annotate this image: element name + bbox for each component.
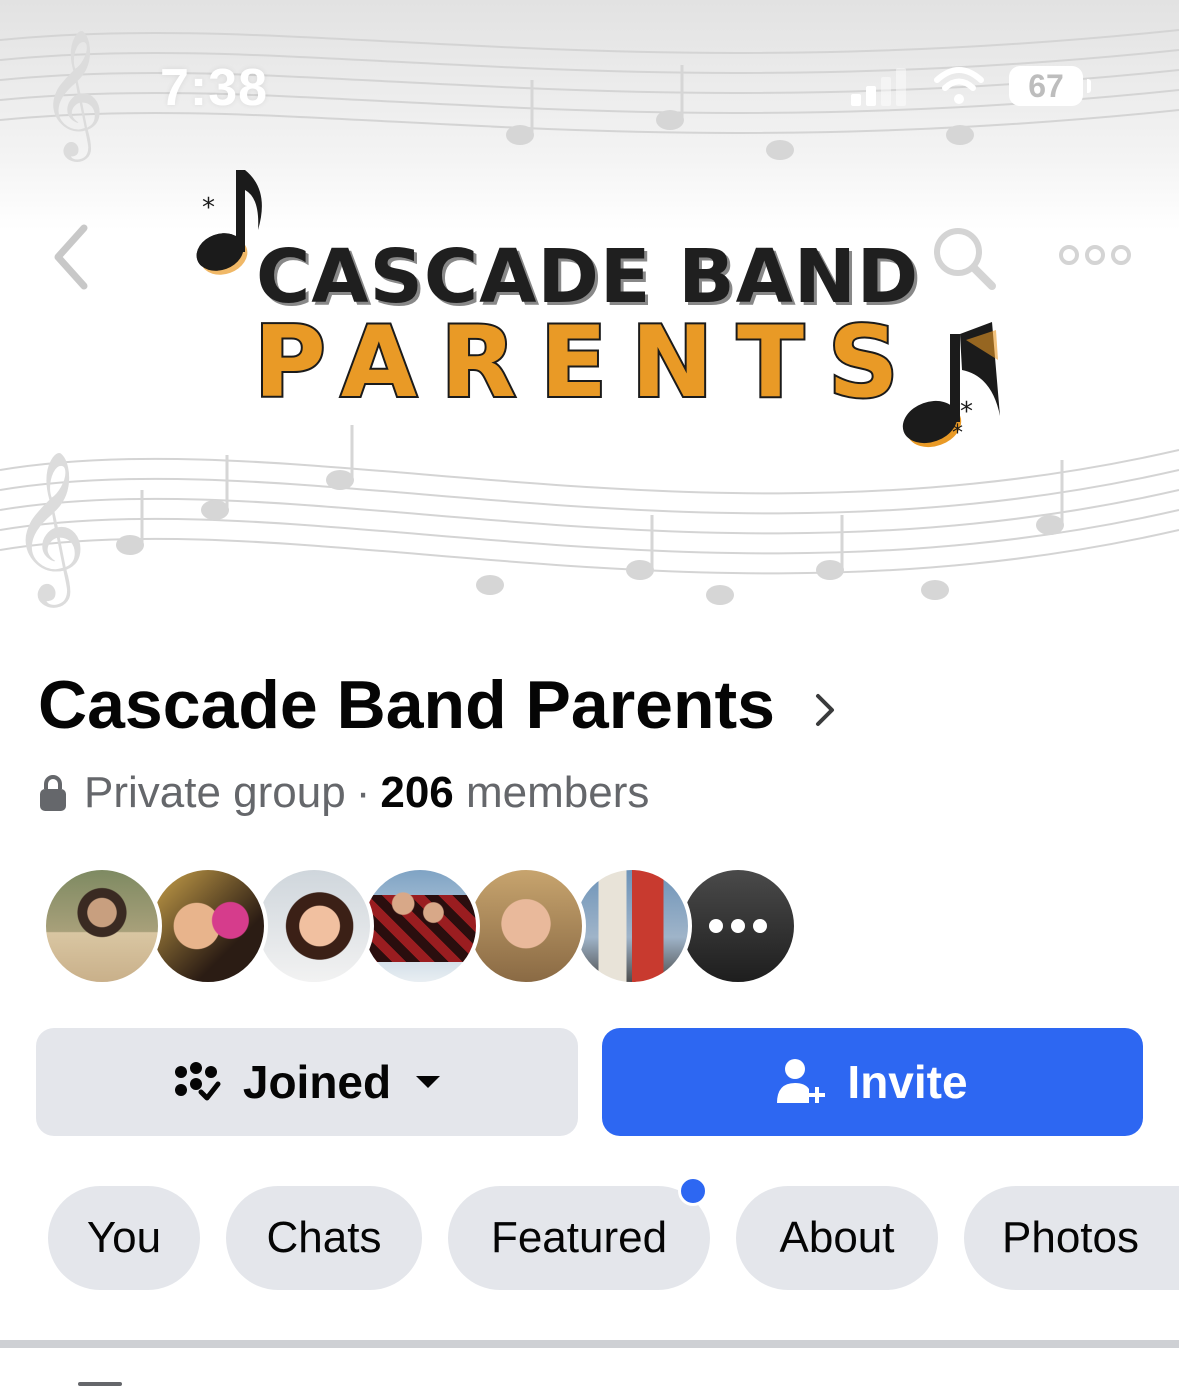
cellular-signal-icon bbox=[851, 68, 906, 106]
tab-label: About bbox=[779, 1213, 895, 1262]
tab-featured[interactable]: Featured bbox=[448, 1176, 710, 1290]
tab-label: Chats bbox=[266, 1213, 382, 1262]
joined-button[interactable]: Joined bbox=[36, 1028, 578, 1136]
group-title[interactable]: Cascade Band Parents bbox=[38, 666, 775, 744]
more-members-icon bbox=[682, 870, 794, 982]
joined-label: Joined bbox=[242, 1056, 392, 1108]
chevron-right-icon[interactable] bbox=[812, 690, 838, 730]
tab-photos[interactable]: Photos bbox=[964, 1186, 1179, 1290]
svg-text:𝄞: 𝄞 bbox=[10, 449, 87, 608]
members-label[interactable]: members bbox=[466, 768, 649, 818]
add-person-icon bbox=[777, 1059, 826, 1103]
back-chevron-icon[interactable] bbox=[48, 222, 98, 292]
battery-level: 67 bbox=[1028, 67, 1064, 104]
svg-text:*: * bbox=[202, 193, 215, 223]
meta-separator: · bbox=[355, 768, 371, 817]
logo-title-line2: PARENTS bbox=[252, 304, 923, 422]
member-avatar-2[interactable] bbox=[148, 866, 268, 986]
lock-icon bbox=[40, 775, 66, 811]
next-content-peek bbox=[78, 1382, 122, 1386]
tab-label: Photos bbox=[1002, 1213, 1139, 1262]
status-icons: 67 bbox=[851, 66, 1091, 106]
members-check-icon bbox=[174, 1062, 221, 1101]
invite-button[interactable]: Invite bbox=[602, 1028, 1143, 1136]
group-logo: * CASCADE BAND PARENTS * * bbox=[190, 160, 1020, 460]
tab-chats[interactable]: Chats bbox=[226, 1186, 422, 1290]
status-time: 7:38 bbox=[160, 59, 269, 117]
privacy-label: Private group bbox=[84, 768, 346, 817]
new-content-indicator bbox=[678, 1176, 708, 1206]
tab-label: Featured bbox=[490, 1213, 668, 1262]
tab-about[interactable]: About bbox=[736, 1186, 938, 1290]
member-avatar-5[interactable] bbox=[466, 866, 586, 986]
member-avatar-3[interactable] bbox=[254, 866, 374, 986]
caret-down-icon bbox=[416, 1076, 441, 1088]
member-avatar-more[interactable] bbox=[678, 866, 798, 986]
invite-label: Invite bbox=[847, 1056, 968, 1108]
tab-label: You bbox=[86, 1213, 162, 1262]
wifi-icon bbox=[934, 67, 984, 104]
svg-text:*: * bbox=[952, 421, 963, 446]
group-meta: Private group · 206 members bbox=[38, 768, 649, 818]
section-divider bbox=[0, 1340, 1179, 1348]
member-avatar-1[interactable] bbox=[42, 866, 162, 986]
member-avatar-6[interactable] bbox=[572, 866, 692, 986]
more-options-icon[interactable] bbox=[1058, 238, 1132, 272]
svg-text:𝄞: 𝄞 bbox=[40, 28, 105, 162]
music-note-icon: * * bbox=[902, 322, 1000, 448]
member-avatar-4[interactable] bbox=[360, 866, 480, 986]
battery-indicator: 67 bbox=[1009, 66, 1091, 106]
member-count[interactable]: 206 bbox=[380, 768, 453, 818]
tab-you[interactable]: You bbox=[48, 1186, 200, 1290]
